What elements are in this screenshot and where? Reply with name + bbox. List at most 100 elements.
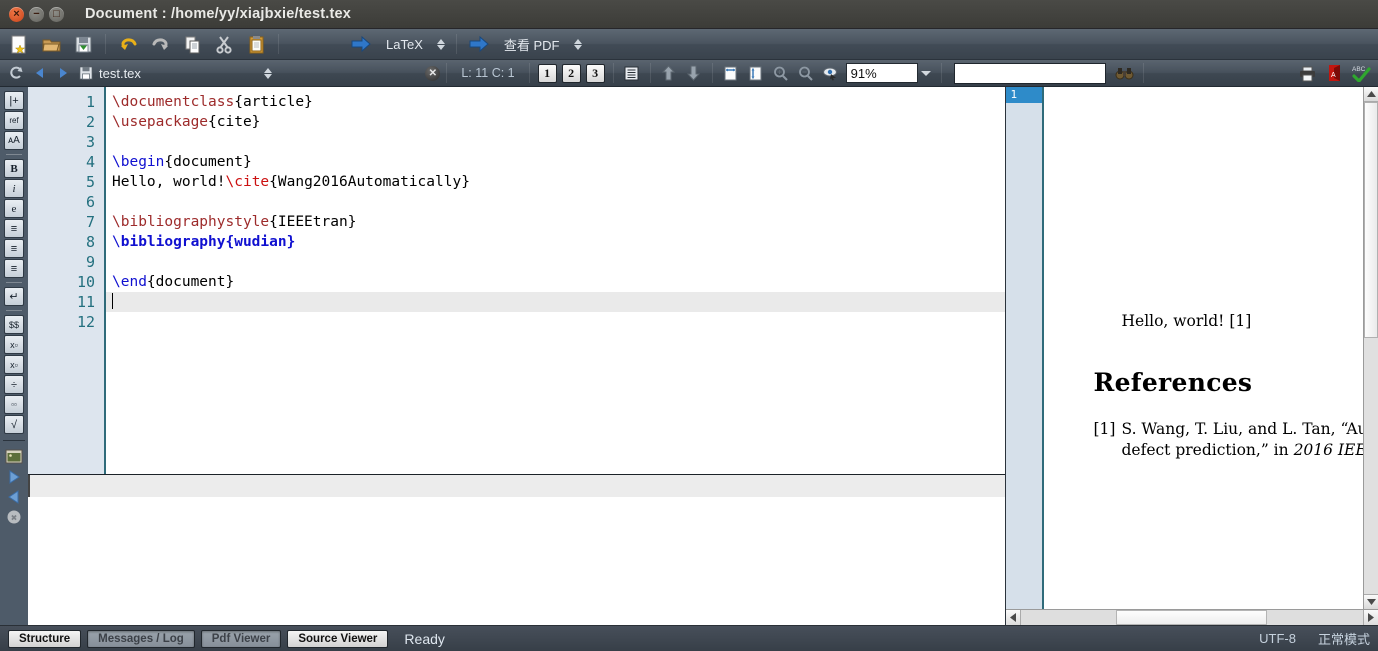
pdf-hscroll-thumb[interactable] bbox=[1116, 610, 1268, 625]
align-left-button[interactable]: ≡ bbox=[4, 219, 24, 238]
build-latex-icon[interactable] bbox=[346, 31, 376, 58]
scroll-right-arrow-icon[interactable] bbox=[1363, 610, 1378, 625]
view-pdf-label[interactable]: 查看 PDF bbox=[496, 35, 568, 54]
window-minimize-icon[interactable]: − bbox=[29, 6, 44, 22]
pdf-bib-venue: 2016 IEEE/ACM (ICSE) bbox=[1293, 441, 1363, 459]
insert-label-button[interactable]: |+ bbox=[4, 91, 24, 110]
pdf-vertical-scrollbar[interactable] bbox=[1363, 87, 1378, 609]
arrow-down-icon[interactable] bbox=[682, 60, 706, 87]
build-profile-spinner[interactable] bbox=[436, 38, 445, 50]
title-bar: × − □ Document : /home/yy/xiajbxie/test.… bbox=[0, 0, 1378, 29]
status-encoding[interactable]: UTF-8 bbox=[1259, 631, 1296, 646]
emphasis-button[interactable]: e bbox=[4, 199, 24, 218]
bookmark-1-button[interactable]: 1 bbox=[537, 63, 557, 83]
scroll-down-arrow-icon[interactable] bbox=[1364, 594, 1378, 609]
open-documents-selector[interactable]: test.tex bbox=[75, 63, 280, 84]
arrow-up-icon[interactable] bbox=[657, 60, 681, 87]
magnifier-minus-icon[interactable] bbox=[794, 60, 818, 87]
pdf-horizontal-scrollbar[interactable] bbox=[1005, 609, 1378, 625]
open-folder-button[interactable] bbox=[36, 31, 66, 58]
eye-preview-icon[interactable] bbox=[819, 60, 843, 87]
forward-arrow-icon[interactable] bbox=[52, 60, 74, 87]
close-document-button[interactable]: ✕ bbox=[425, 65, 441, 81]
line-number: 2 bbox=[85, 113, 95, 131]
messages-log-panel[interactable] bbox=[28, 475, 1005, 625]
binoculars-icon[interactable] bbox=[1113, 60, 1137, 87]
svg-text:ABC: ABC bbox=[1352, 66, 1366, 73]
status-tab-messages-log[interactable]: Messages / Log bbox=[87, 629, 195, 648]
chevron-down-icon[interactable] bbox=[918, 63, 935, 83]
magnifier-plus-icon[interactable] bbox=[769, 60, 793, 87]
scroll-up-arrow-icon[interactable] bbox=[1364, 87, 1378, 102]
insert-image-button[interactable] bbox=[4, 447, 24, 466]
window-maximize-icon[interactable]: □ bbox=[49, 6, 64, 22]
pdf-thumbnail-page-1[interactable]: 1 bbox=[1005, 87, 1042, 103]
forward-play-button[interactable] bbox=[4, 467, 24, 486]
refresh-icon[interactable] bbox=[4, 60, 28, 87]
printer-icon[interactable] bbox=[1294, 60, 1320, 87]
window-close-icon[interactable]: × bbox=[9, 6, 24, 22]
back-play-button[interactable] bbox=[4, 487, 24, 506]
copy-button[interactable] bbox=[177, 31, 207, 58]
code-line: \usepackage{cite} bbox=[106, 112, 1005, 132]
subscript-button[interactable]: x▫ bbox=[4, 335, 24, 354]
fit-width-icon[interactable] bbox=[719, 60, 743, 87]
status-tab-source-viewer[interactable]: Source Viewer bbox=[287, 629, 389, 648]
code-token: {document} bbox=[146, 274, 235, 290]
italic-button[interactable]: i bbox=[4, 179, 24, 198]
align-justify-button[interactable]: ≡ bbox=[4, 259, 24, 278]
code-text-area[interactable]: \documentclass{article} \usepackage{cite}… bbox=[106, 87, 1005, 474]
pdf-vscroll-thumb[interactable] bbox=[1364, 102, 1378, 339]
abc-check-icon[interactable]: ABC bbox=[1348, 60, 1374, 87]
stop-button[interactable]: ✖ bbox=[4, 507, 24, 526]
bookmark-3-button[interactable]: 3 bbox=[585, 63, 605, 83]
list-lines-icon[interactable] bbox=[620, 60, 644, 87]
view-pdf-icon[interactable] bbox=[464, 31, 494, 58]
search-input[interactable] bbox=[953, 62, 1106, 84]
redo-button[interactable] bbox=[145, 31, 175, 58]
status-tab-pdf-viewer[interactable]: Pdf Viewer bbox=[200, 629, 282, 648]
left-toolbar-separator bbox=[6, 282, 22, 283]
fit-page-icon[interactable] bbox=[744, 60, 768, 87]
pdf-vscroll-track[interactable] bbox=[1364, 102, 1378, 594]
paste-button[interactable] bbox=[241, 31, 271, 58]
insert-ref-button[interactable]: ref bbox=[4, 111, 24, 130]
code-token: {IEEEtran} bbox=[269, 214, 357, 230]
view-profile-spinner[interactable] bbox=[573, 38, 582, 50]
back-arrow-icon[interactable] bbox=[29, 60, 51, 87]
undo-button[interactable] bbox=[113, 31, 143, 58]
pdf-file-icon[interactable]: A bbox=[1321, 60, 1347, 87]
new-file-button[interactable] bbox=[4, 31, 34, 58]
font-format-button[interactable]: ᴀA bbox=[4, 131, 24, 150]
bold-button[interactable]: B bbox=[4, 159, 24, 178]
pdf-hscroll-track[interactable] bbox=[1020, 610, 1363, 625]
status-tab-structure[interactable]: Structure bbox=[8, 629, 82, 648]
line-number: 8 bbox=[85, 233, 95, 251]
toolbar-separator bbox=[711, 63, 713, 83]
code-token: bibliography{wudian} bbox=[120, 234, 296, 250]
status-edit-mode[interactable]: 正常模式 bbox=[1318, 629, 1370, 648]
pdf-viewer-pane: 1 Hello, world! [1] References [1] S. Wa… bbox=[1005, 87, 1378, 625]
pdf-page: Hello, world! [1] References [1] S. Wang… bbox=[1043, 87, 1363, 609]
zoom-control[interactable]: 91% bbox=[845, 63, 935, 83]
zoom-level-input[interactable]: 91% bbox=[845, 63, 918, 83]
superscript-button[interactable]: x▫ bbox=[4, 355, 24, 374]
fraction-button[interactable]: ÷ bbox=[4, 375, 24, 394]
code-token: {cite} bbox=[208, 114, 261, 130]
scissors-icon[interactable] bbox=[209, 31, 239, 58]
scroll-left-arrow-icon[interactable] bbox=[1005, 610, 1021, 625]
newline-button[interactable]: ↵ bbox=[4, 287, 24, 306]
math-mode-button[interactable]: $$ bbox=[4, 315, 24, 334]
sqrt-button[interactable]: √ bbox=[4, 415, 24, 434]
save-file-button[interactable] bbox=[68, 31, 98, 58]
frac-box-button[interactable]: ▫▫ bbox=[4, 395, 24, 414]
align-center-button[interactable]: ≡ bbox=[4, 239, 24, 258]
source-editor[interactable]: 1 2 3 4 5 6 7 8 9 10 11 12 \documentclas… bbox=[28, 87, 1005, 475]
file-select-spinner[interactable] bbox=[264, 67, 272, 79]
pdf-thumbnail-sidebar[interactable]: 1 bbox=[1005, 87, 1044, 609]
bookmark-2-button[interactable]: 2 bbox=[561, 63, 581, 83]
pdf-document-area[interactable]: Hello, world! [1] References [1] S. Wang… bbox=[1043, 87, 1363, 609]
build-latex-label[interactable]: LaTeX bbox=[378, 37, 431, 52]
status-bar: Structure Messages / Log Pdf Viewer Sour… bbox=[0, 625, 1378, 651]
